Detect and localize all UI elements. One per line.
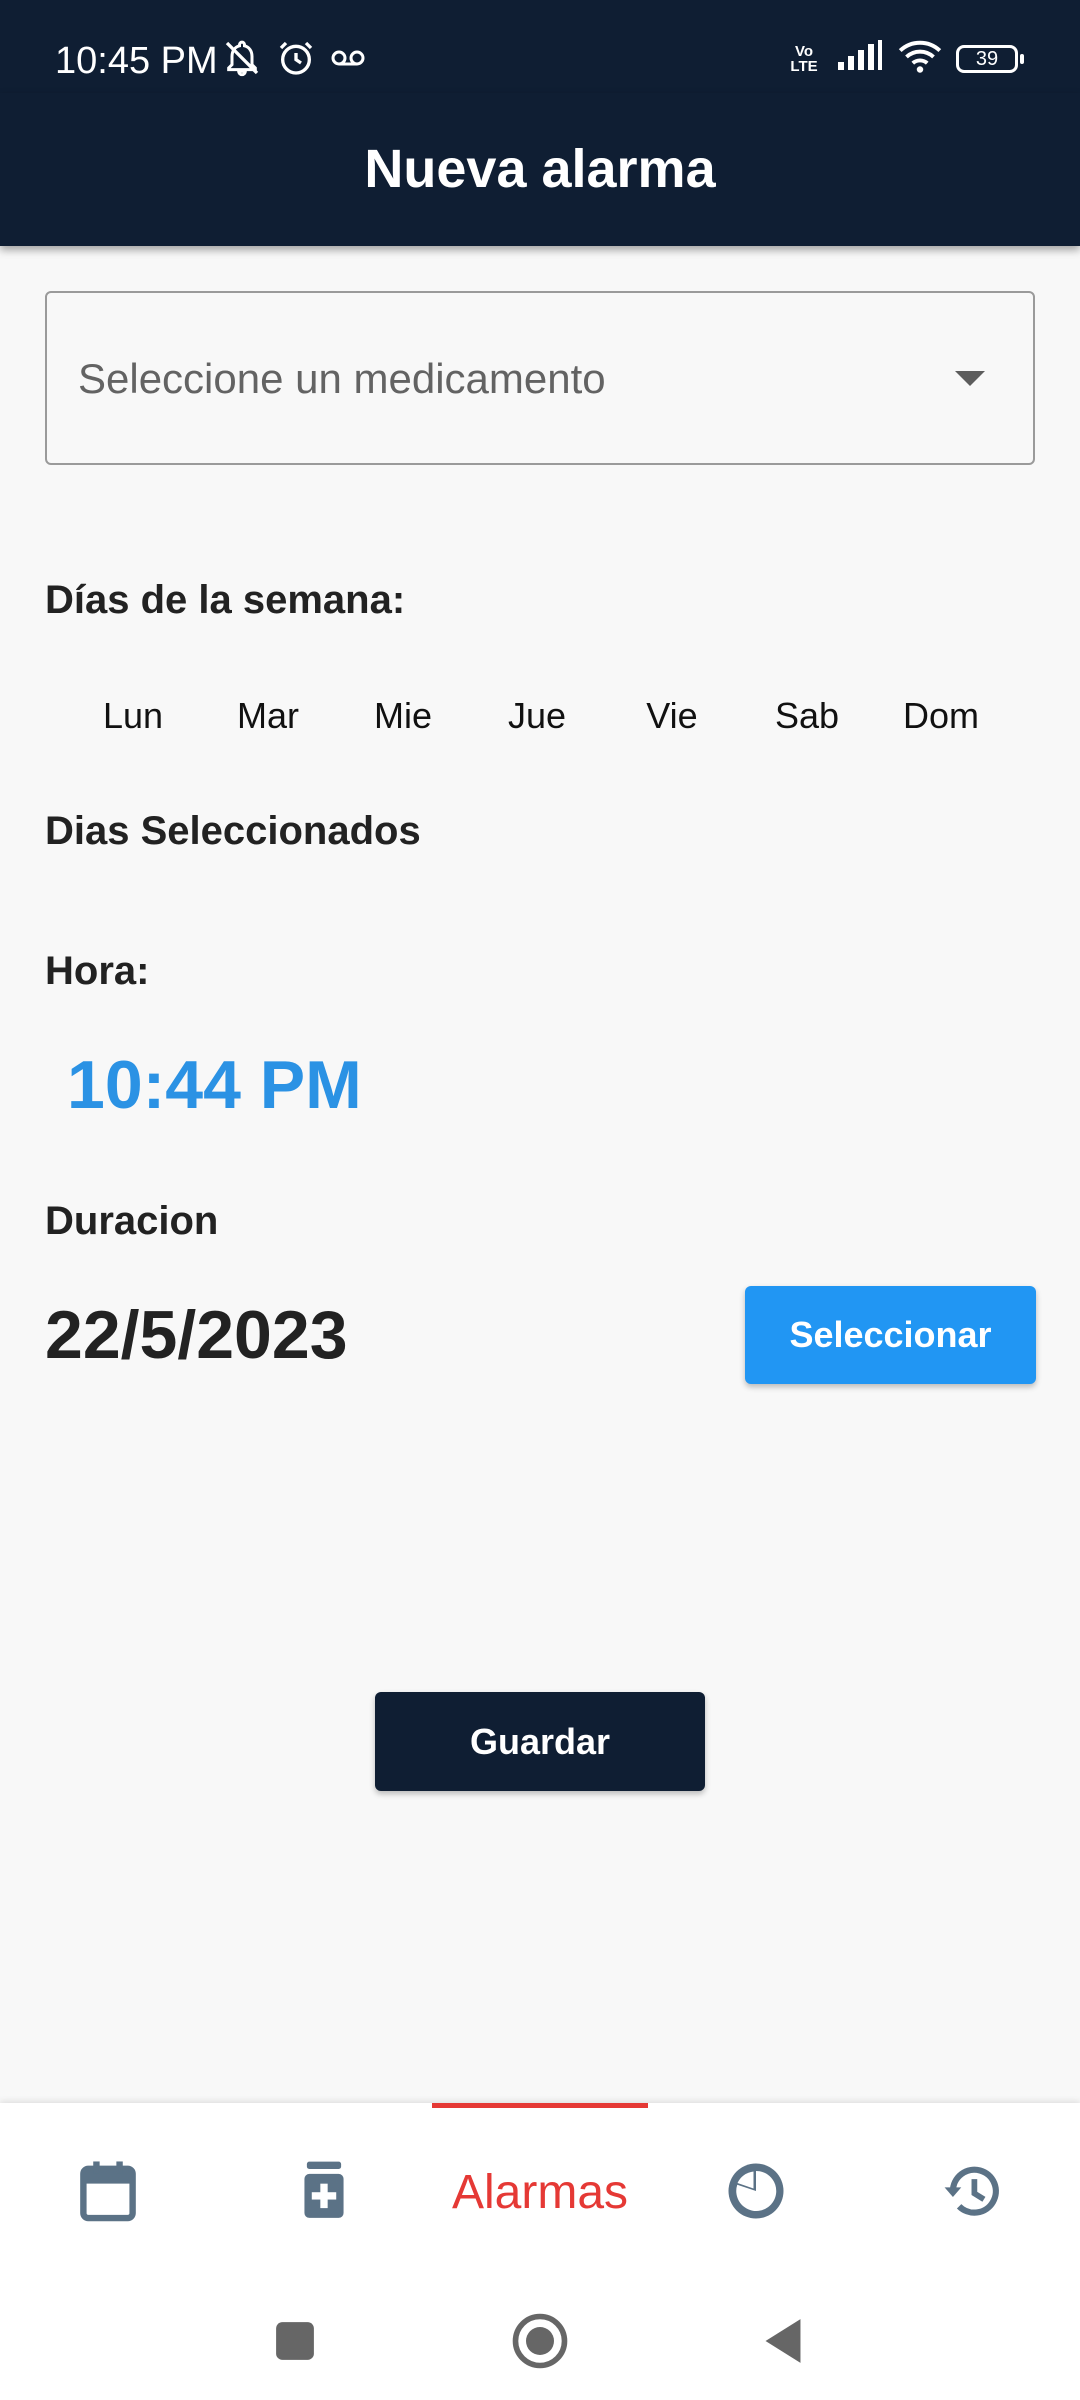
- dropdown-arrow-icon: [955, 371, 985, 386]
- wifi-icon: [898, 38, 942, 79]
- day-lun[interactable]: Lun: [68, 688, 198, 744]
- voicemail-icon: [330, 46, 366, 75]
- pie-chart-icon: [726, 2161, 786, 2226]
- nav-item-history[interactable]: [864, 2103, 1080, 2278]
- signal-icon: [836, 40, 884, 77]
- bell-off-icon: [222, 38, 262, 83]
- back-triangle-icon: [761, 2317, 805, 2370]
- time-picker-value[interactable]: 10:44 PM: [67, 1040, 362, 1130]
- day-mie[interactable]: Mie: [338, 688, 468, 744]
- status-right-icons: Vo LTE 39: [786, 38, 1024, 79]
- page-title: Nueva alarma: [364, 139, 716, 199]
- day-jue[interactable]: Jue: [472, 688, 602, 744]
- select-date-button[interactable]: Seleccionar: [745, 1286, 1036, 1384]
- home-circle-icon: [512, 2313, 568, 2374]
- days-label: Días de la semana:: [45, 578, 406, 622]
- medicine-icon: [302, 2161, 346, 2226]
- medication-dropdown[interactable]: Seleccione un medicamento: [45, 291, 1035, 465]
- save-button[interactable]: Guardar: [375, 1692, 705, 1791]
- bottom-navigation: Alarmas: [0, 2103, 1080, 2278]
- nav-item-alarmas[interactable]: Alarmas: [432, 2103, 648, 2278]
- status-bar: 10:45 PM Vo LTE 39: [0, 0, 1080, 93]
- status-left-icons: [222, 38, 366, 83]
- medication-dropdown-placeholder: Seleccione un medicamento: [78, 355, 606, 402]
- recent-apps-button[interactable]: [260, 2308, 330, 2378]
- days-row: Lun Mar Mie Jue Vie Sab Dom: [68, 688, 1012, 744]
- nav-alarmas-label: Alarmas: [451, 2166, 629, 2219]
- nav-item-stats[interactable]: [648, 2103, 864, 2278]
- selected-days-label: Dias Seleccionados: [45, 809, 421, 853]
- nav-item-medicines[interactable]: [216, 2103, 432, 2278]
- duration-label: Duracion: [45, 1199, 219, 1243]
- calendar-icon: [78, 2159, 138, 2228]
- back-button[interactable]: [748, 2308, 818, 2378]
- day-sab[interactable]: Sab: [742, 688, 872, 744]
- history-icon: [941, 2161, 1003, 2226]
- square-icon: [274, 2320, 316, 2367]
- hour-label: Hora:: [45, 949, 150, 993]
- day-mar[interactable]: Mar: [203, 688, 333, 744]
- duration-date-value: 22/5/2023: [45, 1297, 348, 1373]
- day-vie[interactable]: Vie: [607, 688, 737, 744]
- system-navigation-bar: [0, 2278, 1080, 2400]
- battery-icon: 39: [956, 44, 1024, 73]
- status-time: 10:45 PM: [55, 40, 218, 82]
- home-button[interactable]: [505, 2308, 575, 2378]
- volte-indicator: Vo LTE: [790, 42, 818, 75]
- alarm-clock-icon: [276, 38, 316, 83]
- app-bar: Nueva alarma: [0, 93, 1080, 246]
- nav-item-calendar[interactable]: [0, 2103, 216, 2278]
- day-dom[interactable]: Dom: [876, 688, 1006, 744]
